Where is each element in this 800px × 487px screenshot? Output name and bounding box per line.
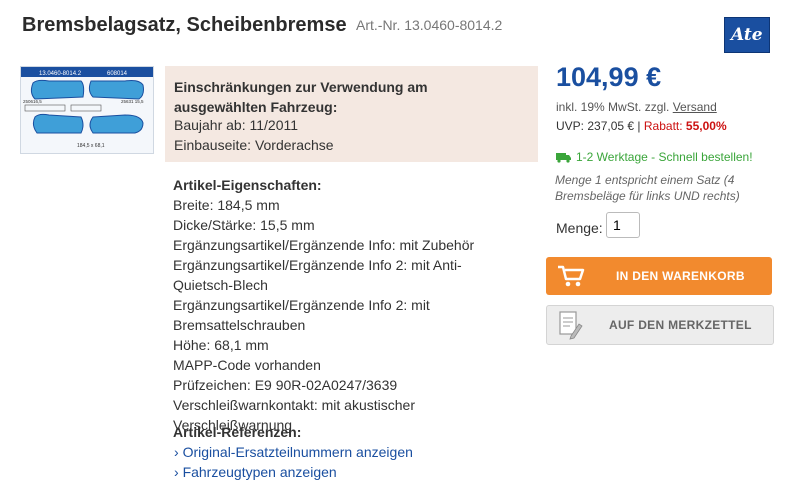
property-item: Breite: 184,5 mm (173, 197, 280, 213)
property-item: Ergänzungsartikel/Ergänzende Info: mit Z… (173, 237, 475, 253)
logo-text: Ate (731, 25, 763, 45)
property-item: Dicke/Stärke: 15,5 mm (173, 217, 315, 233)
uvp-price: UVP: 237,05 € (556, 119, 635, 133)
add-to-cart-label: IN DEN WARENKORB (616, 269, 745, 283)
product-title: Bremsbelagsatz, Scheibenbremse (22, 14, 347, 36)
quantity-label: Menge: (556, 220, 603, 236)
delivery-info: 1-2 Werktage - Schnell bestellen! (556, 150, 753, 164)
add-to-wishlist-button[interactable]: AUF DEN MERKZETTEL (546, 305, 774, 345)
thumb-dim-bottom: 184,5 x 68,1 (77, 143, 105, 149)
article-number: Art.-Nr. 13.0460-8014.2 (356, 17, 503, 33)
link-oe-numbers-label: Original-Ersatzteilnummern anzeigen (182, 444, 413, 460)
shipping-cost-link[interactable]: Versand (673, 100, 717, 114)
link-oe-numbers[interactable]: › Original-Ersatzteilnummern anzeigen (174, 444, 413, 460)
property-item: Prüfzeichen: E9 90R-02A0247/3639 (173, 377, 398, 393)
link-vehicle-types-label: Fahrzeugtypen anzeigen (182, 464, 337, 480)
discount-value: 55,00% (685, 119, 727, 133)
tax-info: inkl. 19% MwSt. zzgl. Versand (556, 100, 717, 114)
link-vehicle-types[interactable]: › Fahrzeugtypen anzeigen (174, 464, 337, 480)
restriction-axle: Einbauseite: Vorderachse (174, 137, 334, 153)
thumb-dim-right: 25631 15,5 (121, 99, 144, 104)
brake-pad-drawing: 13.0460-8014.2 608014 250616,5 25631 15,… (21, 67, 153, 149)
article-properties: Artikel-Eigenschaften: Breite: 184,5 mm … (173, 175, 533, 435)
notepad-icon (559, 311, 583, 340)
property-item: Ergänzungsartikel/Ergänzende Info 2: mit… (173, 257, 462, 293)
thumb-label-top2: 608014 (107, 71, 128, 77)
thumb-dim-left: 250616,5 (23, 99, 42, 104)
quantity-input[interactable] (606, 212, 640, 238)
add-to-wishlist-label: AUF DEN MERKZETTEL (609, 318, 752, 332)
restrictions-title: Einschränkungen zur Verwendung am ausgew… (174, 79, 428, 115)
add-to-cart-button[interactable]: IN DEN WARENKORB (546, 257, 772, 295)
thumb-label-top: 13.0460-8014.2 (39, 71, 82, 77)
cart-icon (558, 265, 585, 287)
restriction-year: Baujahr ab: 11/2011 (174, 117, 299, 133)
chevron-right-icon: › (174, 444, 179, 460)
chevron-right-icon: › (174, 464, 179, 480)
property-item: Ergänzungsartikel/Ergänzende Info 2: mit… (173, 297, 430, 333)
product-image[interactable]: 13.0460-8014.2 608014 250616,5 25631 15,… (20, 66, 154, 154)
discount-label: Rabatt: (643, 119, 683, 133)
price: 104,99 € (556, 62, 662, 92)
uvp-line: UVP: 237,05 € | Rabatt: 55,00% (556, 119, 727, 133)
separator: | (637, 119, 641, 133)
delivery-text: 1-2 Werktage - Schnell bestellen! (576, 150, 753, 164)
property-item: MAPP-Code vorhanden (173, 357, 321, 373)
tax-prefix: inkl. 19% MwSt. zzgl. (556, 100, 670, 114)
restrictions-box: Einschränkungen zur Verwendung am ausgew… (165, 66, 538, 162)
quantity-note: Menge 1 entspricht einem Satz (4 Bremsbe… (555, 173, 740, 203)
references-heading: Artikel-Referenzen: (173, 424, 302, 440)
properties-heading: Artikel-Eigenschaften: (173, 177, 322, 193)
ate-logo: Ate (724, 17, 770, 53)
truck-icon (556, 153, 571, 163)
property-item: Höhe: 68,1 mm (173, 337, 269, 353)
